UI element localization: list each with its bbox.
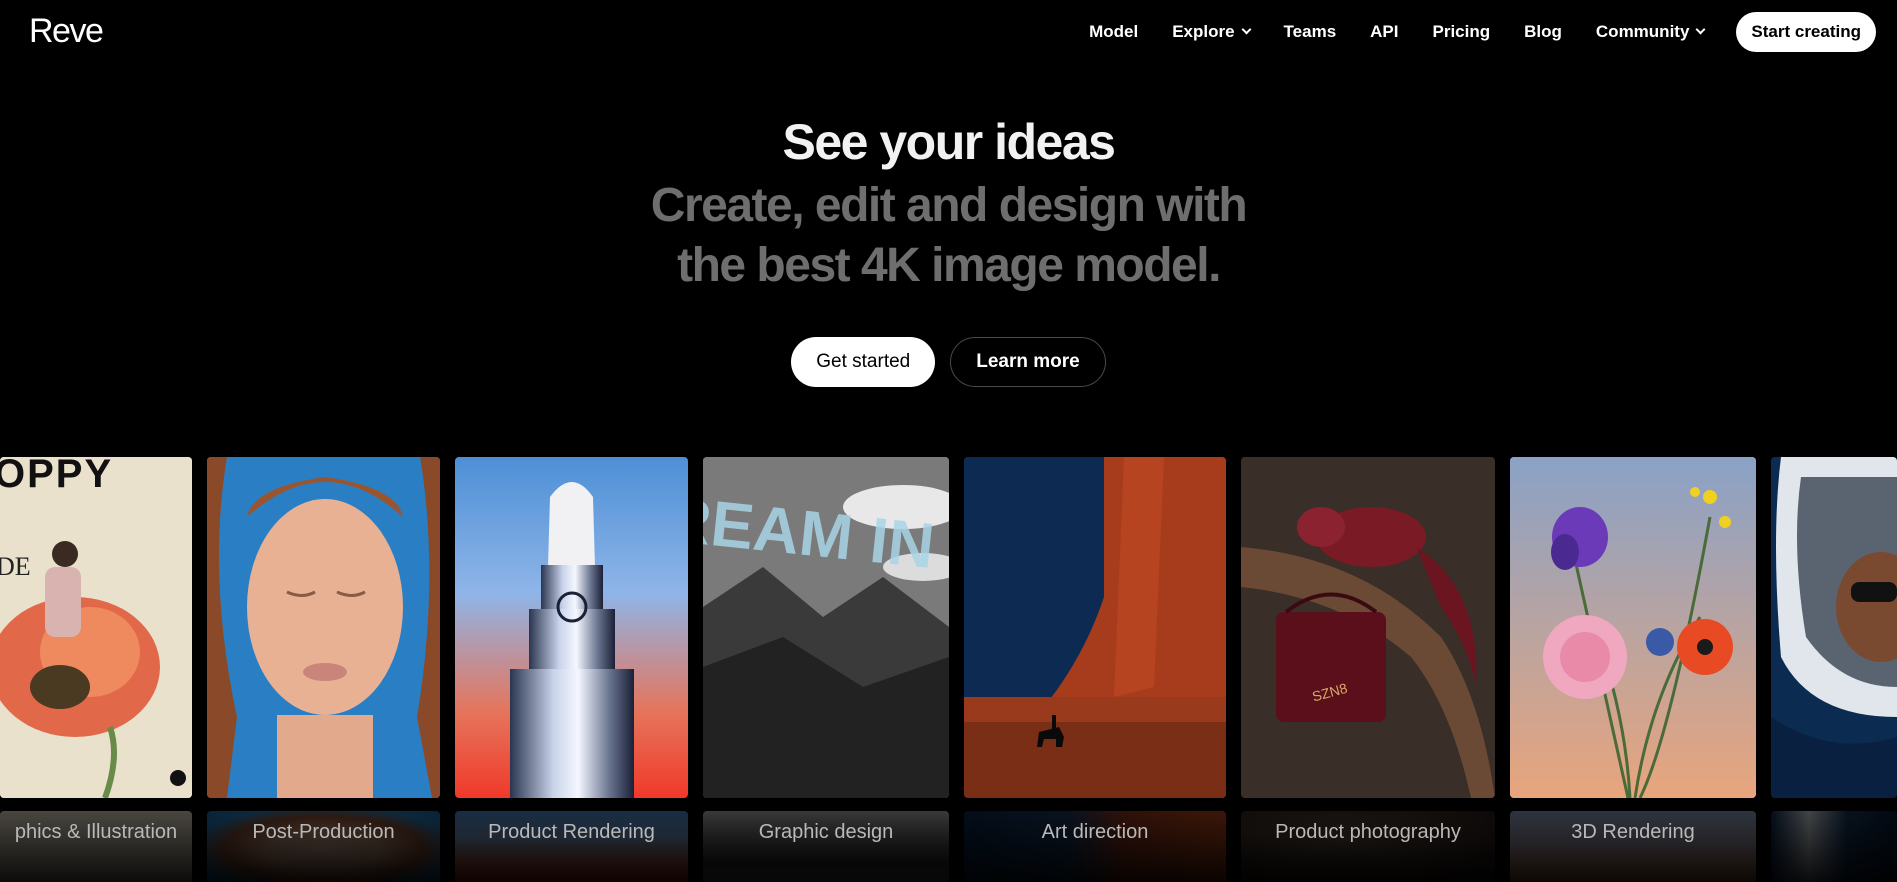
reve-logo[interactable]: Reve: [29, 12, 104, 51]
hero-buttons: Get started Learn more: [0, 337, 1897, 387]
hero-subtitle-line-1: Create, edit and design with: [650, 179, 1248, 232]
portrait-image: [207, 457, 440, 798]
card-label-art-direction: Art direction: [1041, 821, 1149, 843]
chevron-down-icon: [1695, 24, 1706, 35]
magazine-subtitle-text: DE: [0, 552, 31, 581]
carousel-card-graphic-design[interactable]: DREAM IN 4K: [703, 457, 949, 798]
card-label-graphic-design: Graphic design: [758, 821, 894, 843]
carousel-card-art-direction[interactable]: [964, 457, 1226, 798]
hero-subtitle-line-2: the best 4K image model.: [677, 239, 1221, 292]
hero-title: See your ideas: [782, 114, 1116, 170]
hero-subtitle: Create, edit and design with the best 4K…: [0, 176, 1897, 296]
card-label-3d-rendering: 3D Rendering: [1571, 821, 1695, 843]
nav-teams-label: Teams: [1283, 22, 1337, 41]
chevron-down-icon: [1241, 24, 1251, 35]
top-navigation: Reve Model Explore Teams API Pricing Blo…: [0, 0, 1897, 64]
start-creating-button[interactable]: Start creating: [1736, 12, 1876, 52]
card-label-product-photography: Product photography: [1275, 821, 1461, 843]
carousel-card-post-production[interactable]: [207, 457, 440, 798]
nav-model-label: Model: [1089, 22, 1139, 41]
carousel-card-product-photography[interactable]: SZN8: [1241, 457, 1495, 798]
nav-pricing-label: Pricing: [1432, 22, 1491, 41]
magazine-cover-image: OPPY DE: [0, 457, 192, 798]
card-label-graphics-illustration: phics & Illustration: [14, 821, 178, 843]
dream-in-4k-image: DREAM IN 4K: [703, 457, 949, 798]
get-started-button[interactable]: Get started: [791, 337, 936, 387]
nav-blog[interactable]: Blog: [1524, 22, 1562, 42]
card-label-post-production: Post-Production: [252, 821, 395, 843]
hero-section: See your ideas Create, edit and design w…: [0, 112, 1897, 296]
nav-pricing[interactable]: Pricing: [1433, 22, 1491, 42]
chameleon-handbag-image: SZN8: [1241, 457, 1495, 798]
magazine-title-text: OPPY: [0, 457, 113, 496]
learn-more-button[interactable]: Learn more: [950, 337, 1106, 387]
nav-teams[interactable]: Teams: [1284, 22, 1337, 42]
carousel-card-3d-rendering[interactable]: [1510, 457, 1756, 798]
carousel-card-graphics-illustration[interactable]: OPPY DE: [0, 457, 192, 798]
nav-api[interactable]: API: [1370, 22, 1398, 42]
nav-blog-label: Blog: [1524, 22, 1562, 41]
card-label-product-rendering: Product Rendering: [488, 821, 655, 843]
nav-explore[interactable]: Explore: [1172, 22, 1251, 42]
lipstick-render-image: [510, 482, 634, 798]
nav-api-label: API: [1370, 22, 1399, 41]
nav-links: Model Explore Teams API Pricing Blog Com…: [1055, 12, 1876, 52]
nav-community[interactable]: Community: [1595, 22, 1706, 42]
nav-explore-label: Explore: [1172, 22, 1235, 41]
desert-horse-image: [964, 457, 1226, 798]
card-reflection: [1771, 811, 1897, 882]
car-window-portrait-image: [1771, 457, 1897, 798]
nav-model[interactable]: Model: [1089, 22, 1138, 42]
flowers-image: [1510, 457, 1756, 798]
carousel-card-product-rendering[interactable]: [455, 457, 688, 798]
nav-community-label: Community: [1595, 22, 1690, 41]
carousel-card-partial[interactable]: [1771, 457, 1897, 798]
